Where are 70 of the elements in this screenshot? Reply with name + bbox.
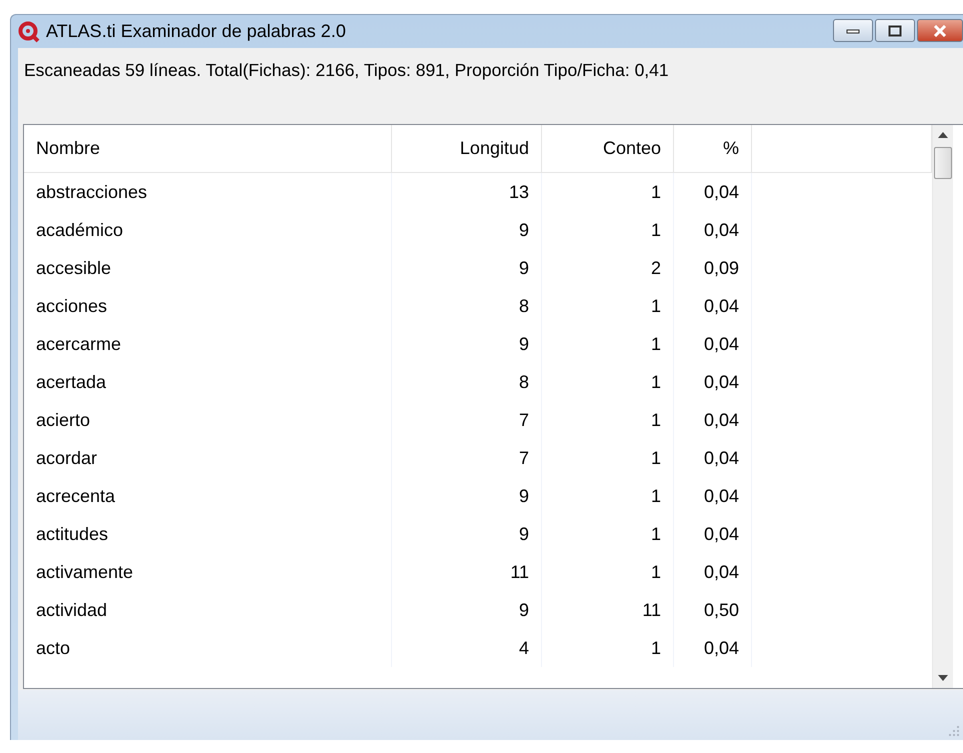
column-header[interactable]: Longitud — [392, 125, 542, 172]
table-cell: 0,50 — [674, 591, 752, 629]
table-cell: 0,04 — [674, 515, 752, 553]
close-button[interactable] — [917, 19, 963, 42]
column-header[interactable]: Conteo — [542, 125, 674, 172]
table-cell: 9 — [392, 515, 542, 553]
table-cell: actividad — [24, 591, 392, 629]
table-cell: 1 — [542, 211, 674, 249]
maximize-button[interactable] — [875, 19, 915, 42]
table-cell: 8 — [392, 287, 542, 325]
table-cell: 1 — [542, 629, 674, 667]
table-cell: 0,04 — [674, 401, 752, 439]
table-cell: académico — [24, 211, 392, 249]
table-cell: abstracciones — [24, 173, 392, 211]
table-cell: 1 — [542, 287, 674, 325]
table-cell: 11 — [542, 591, 674, 629]
table-cell: acordar — [24, 439, 392, 477]
summary-text: Escaneadas 59 líneas. Total(Fichas): 2166, Tipos: 891, Proporción Tipo/Ficha: 0,41 — [23, 59, 670, 82]
table-cell: 4 — [392, 629, 542, 667]
table-cell: 1 — [542, 173, 674, 211]
scroll-up-icon[interactable] — [938, 132, 948, 138]
table-cell: 0,04 — [674, 363, 752, 401]
table-cell: 9 — [392, 211, 542, 249]
table-cell: 1 — [542, 477, 674, 515]
table-cell: 1 — [542, 439, 674, 477]
table-cell: 9 — [392, 249, 542, 287]
table-cell: acrecenta — [24, 477, 392, 515]
scrollbar[interactable] — [932, 125, 953, 688]
table-cell: 0,04 — [674, 477, 752, 515]
table-cell: accesible — [24, 249, 392, 287]
table-cell: 0,04 — [674, 211, 752, 249]
table-cell: 1 — [542, 325, 674, 363]
table-cell: 9 — [392, 591, 542, 629]
table-cell: acierto — [24, 401, 392, 439]
table-cell: 1 — [542, 401, 674, 439]
table-cell: 9 — [392, 477, 542, 515]
table-cell: 2 — [542, 249, 674, 287]
table-cell: 0,04 — [674, 553, 752, 591]
resize-grip-icon[interactable] — [949, 726, 959, 736]
column-header[interactable]: Nombre — [24, 125, 392, 172]
table-cell: actitudes — [24, 515, 392, 553]
table-cell: 13 — [392, 173, 542, 211]
table-cell: 7 — [392, 401, 542, 439]
table-cell: 0,09 — [674, 249, 752, 287]
close-icon — [933, 24, 947, 36]
table-cell: 0,04 — [674, 287, 752, 325]
minimize-button[interactable] — [833, 19, 873, 42]
table-cell: 0,04 — [674, 325, 752, 363]
maximize-icon — [888, 24, 902, 36]
table-cell: activamente — [24, 553, 392, 591]
table-cell: 0,04 — [674, 629, 752, 667]
column-header[interactable]: % — [674, 125, 752, 172]
table-cell: 9 — [392, 325, 542, 363]
table-cell: acercarme — [24, 325, 392, 363]
table-cell: acto — [24, 629, 392, 667]
table-cell: 1 — [542, 553, 674, 591]
table-cell: 8 — [392, 363, 542, 401]
table-cell: 1 — [542, 515, 674, 553]
table-cell: acciones — [24, 287, 392, 325]
app-logo-icon — [18, 20, 40, 42]
scroll-down-icon[interactable] — [938, 675, 948, 681]
table-cell: 0,04 — [674, 173, 752, 211]
table-cell: acertada — [24, 363, 392, 401]
window-title: ATLAS.ti Examinador de palabras 2.0 — [46, 21, 347, 42]
table-cell: 11 — [392, 553, 542, 591]
minimize-icon — [846, 28, 860, 34]
scroll-thumb[interactable] — [934, 147, 952, 179]
table-cell: 7 — [392, 439, 542, 477]
table-cell: 1 — [542, 363, 674, 401]
table-cell: 0,04 — [674, 439, 752, 477]
